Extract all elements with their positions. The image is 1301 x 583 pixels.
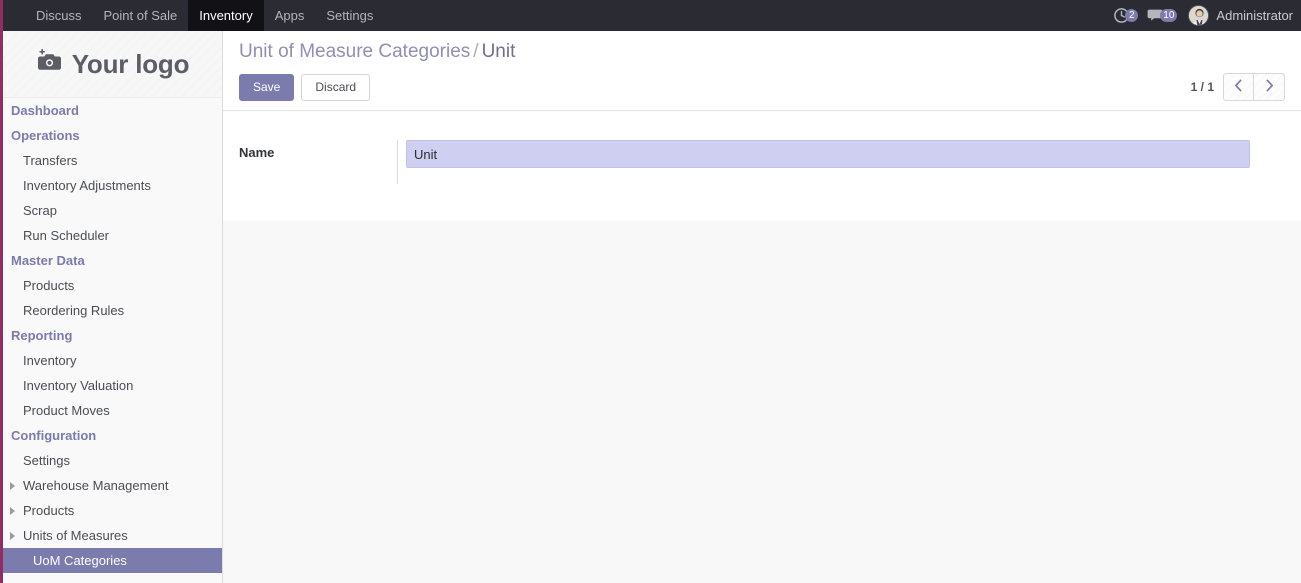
sidebar-item-label: Units of Measures — [23, 528, 128, 543]
sidebar-item-units-of-measures[interactable]: Units of Measures — [3, 523, 222, 548]
user-menu[interactable]: Administrator — [1186, 5, 1293, 26]
field-label-name: Name — [239, 145, 275, 160]
breadcrumb-current: Unit — [481, 41, 516, 62]
company-logo-placeholder[interactable]: Your logo — [3, 31, 222, 98]
sidebar-item-label: Inventory Adjustments — [23, 178, 151, 193]
navbar-item-discuss[interactable]: Discuss — [25, 0, 93, 31]
sidebar-item-label: Run Scheduler — [23, 228, 109, 243]
sidebar-item-label: UoM Categories — [33, 553, 127, 568]
sidebar-item-scrap[interactable]: Scrap — [3, 198, 222, 223]
form-sheet-wrapper: Name — [223, 111, 1301, 221]
top-navbar: Discuss Point of Sale Inventory Apps Setting… — [3, 0, 1301, 31]
breadcrumb-parent-link[interactable]: Unit of Measure Categories — [239, 41, 470, 62]
sidebar-item-label: Settings — [23, 453, 70, 468]
control-panel-actions: Save Discard 1 / 1 — [239, 73, 1285, 101]
pager-previous-button[interactable] — [1223, 73, 1254, 101]
sidebar-item-transfers[interactable]: Transfers — [3, 148, 222, 173]
messages-badge: 10 — [1160, 9, 1178, 22]
sidebar-section-configuration[interactable]: Configuration — [3, 423, 222, 448]
sidebar-item-reordering-rules[interactable]: Reordering Rules — [3, 298, 222, 323]
navbar-item-apps[interactable]: Apps — [264, 0, 316, 31]
navbar-item-inventory[interactable]: Inventory — [188, 0, 264, 31]
sidebar-menu: Dashboard Operations Transfers Inventory Ad… — [3, 98, 222, 573]
field-control — [406, 140, 1301, 168]
avatar — [1188, 5, 1210, 26]
sidebar-item-label: Product Moves — [23, 403, 110, 418]
chevron-left-icon — [1234, 79, 1243, 96]
sidebar-item-label: Transfers — [23, 153, 78, 168]
chevron-right-icon — [1265, 79, 1274, 96]
pager-count-label: 1 / 1 — [1190, 80, 1214, 94]
sidebar: Your logo Dashboard Operations Transfers In… — [3, 31, 223, 583]
navbar-item-point-of-sale[interactable]: Point of Sale — [93, 0, 189, 31]
navbar-app-menu: Discuss Point of Sale Inventory Apps Setting… — [3, 0, 384, 31]
field-row: Name — [223, 140, 1301, 184]
odoo-app-window: Discuss Point of Sale Inventory Apps Setting… — [0, 0, 1301, 583]
discard-button[interactable]: Discard — [301, 73, 371, 101]
sidebar-item-run-scheduler[interactable]: Run Scheduler — [3, 223, 222, 248]
navbar-item-settings[interactable]: Settings — [315, 0, 384, 31]
control-panel: Unit of Measure Categories / Unit Save Dis… — [223, 31, 1301, 111]
sidebar-item-label: Inventory — [23, 353, 77, 368]
sidebar-item-inventory-valuation[interactable]: Inventory Valuation — [3, 373, 222, 398]
camera-add-icon — [36, 48, 64, 79]
sidebar-section-dashboard[interactable]: Dashboard — [3, 98, 222, 123]
sidebar-item-label: Products — [23, 503, 75, 518]
sidebar-item-settings[interactable]: Settings — [3, 448, 222, 473]
sidebar-item-label: Inventory Valuation — [23, 378, 134, 393]
pager-buttons — [1223, 73, 1285, 101]
sidebar-item-label: Products — [23, 278, 75, 293]
sidebar-item-inventory-adjustments[interactable]: Inventory Adjustments — [3, 173, 222, 198]
activities-badge: 2 — [1125, 9, 1139, 22]
field-divider — [397, 140, 398, 184]
user-name-label: Administrator — [1216, 8, 1293, 23]
sidebar-item-label: Reordering Rules — [23, 303, 125, 318]
sidebar-item-inventory[interactable]: Inventory — [3, 348, 222, 373]
logo-text: Your logo — [71, 48, 190, 79]
chevron-right-icon — [10, 531, 15, 540]
navbar-systray: 2 10 Administrator — [1113, 0, 1301, 31]
sidebar-section-master-data[interactable]: Master Data — [3, 248, 222, 273]
sidebar-section-operations[interactable]: Operations — [3, 123, 222, 148]
sidebar-item-products[interactable]: Products — [3, 498, 222, 523]
save-button[interactable]: Save — [239, 73, 295, 101]
main-content: Unit of Measure Categories / Unit Save Dis… — [223, 31, 1301, 583]
chevron-right-icon — [10, 506, 15, 515]
form-sheet: Name — [223, 111, 1301, 221]
sidebar-item-label: Scrap — [23, 203, 57, 218]
sidebar-item-warehouse-management[interactable]: Warehouse Management — [3, 473, 222, 498]
activities-menu[interactable]: 2 — [1113, 0, 1139, 31]
record-pager: 1 / 1 — [1191, 73, 1285, 101]
form-fields: Name — [223, 140, 1301, 184]
chevron-right-icon — [10, 481, 15, 490]
sidebar-item-product-moves[interactable]: Product Moves — [3, 398, 222, 423]
sidebar-item-uom-categories[interactable]: UoM Categories — [3, 548, 222, 573]
breadcrumb: Unit of Measure Categories / Unit — [239, 40, 1285, 64]
sidebar-item-label: Warehouse Management — [23, 478, 169, 493]
pager-next-button[interactable] — [1254, 73, 1285, 101]
breadcrumb-separator: / — [473, 41, 479, 62]
name-input[interactable] — [406, 140, 1250, 168]
messages-menu[interactable]: 10 — [1147, 0, 1178, 31]
sidebar-item-products[interactable]: Products — [3, 273, 222, 298]
sidebar-section-reporting[interactable]: Reporting — [3, 323, 222, 348]
